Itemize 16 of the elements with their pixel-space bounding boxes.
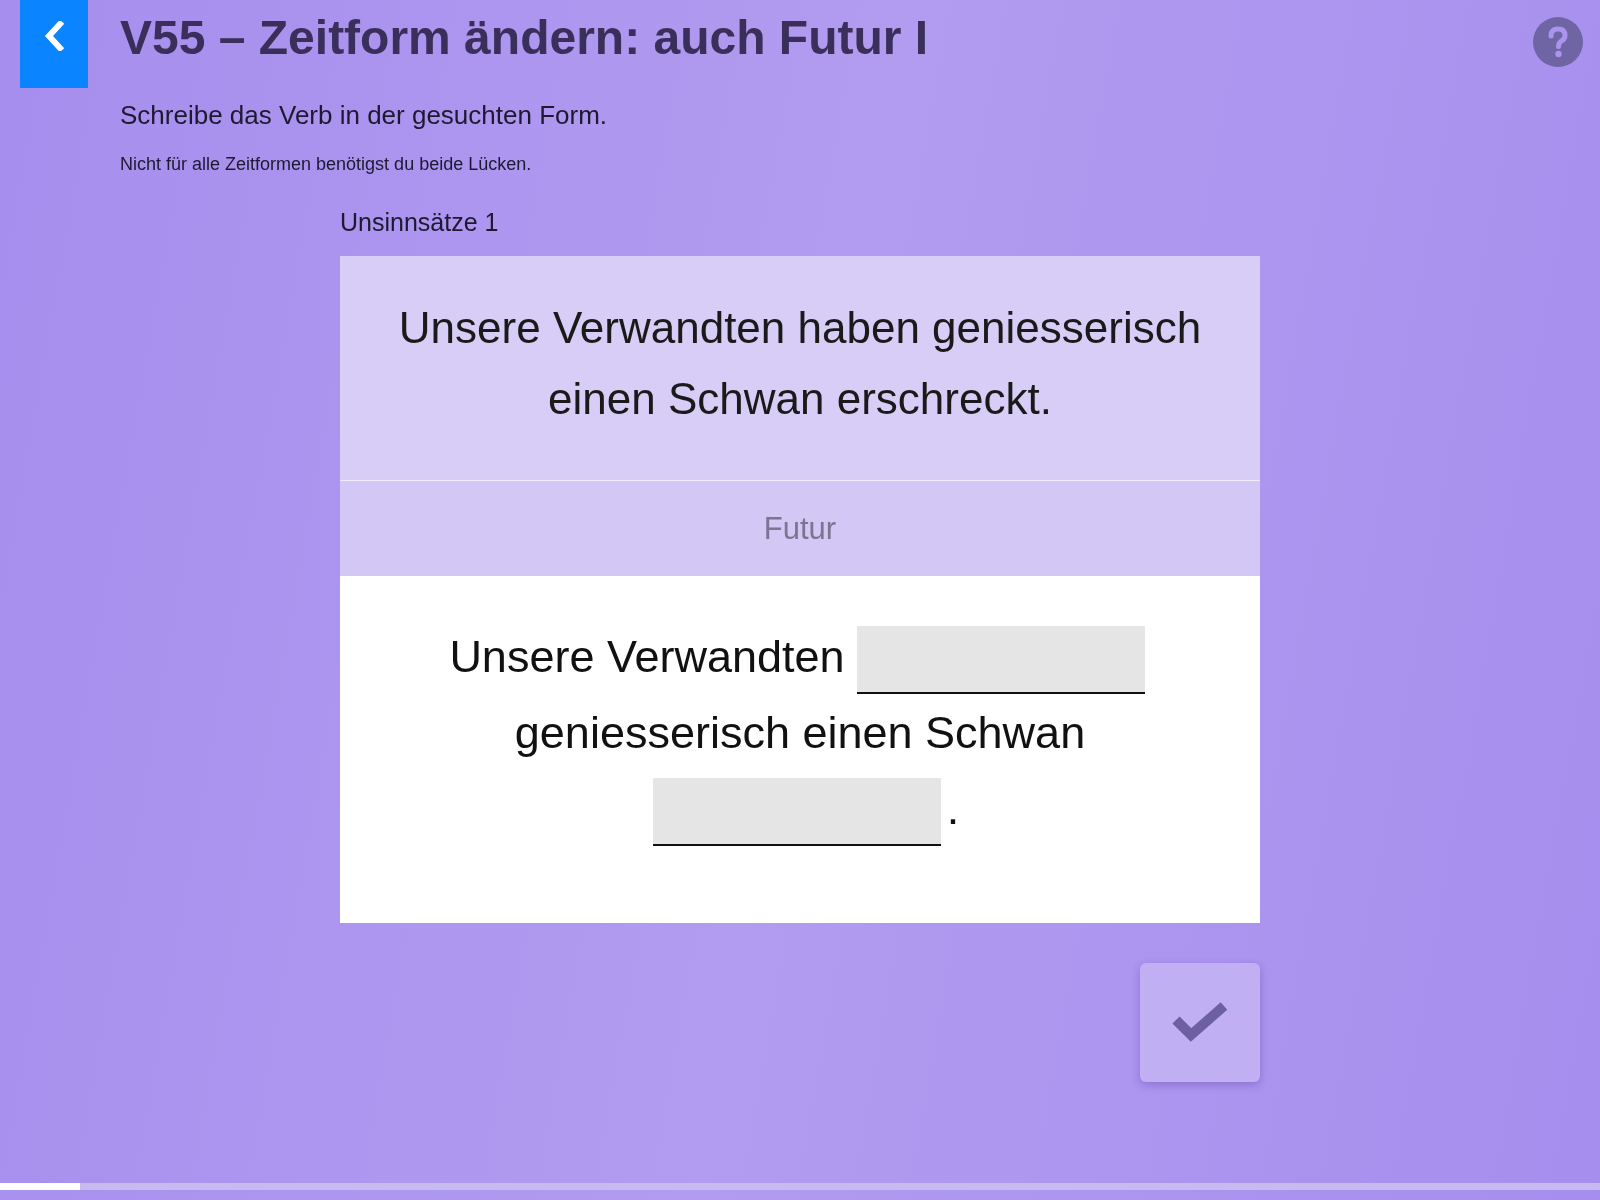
instruction-note: Nicht für alle Zeitformen benötigst du beide Lücken.	[120, 153, 533, 176]
back-icon	[44, 21, 64, 51]
prompt-sentence: Unsere Verwandten haben geniesserisch einen Schwan erschreckt.	[397, 302, 1203, 425]
exercise-label: Unsinnsätze 1	[340, 207, 499, 238]
check-icon	[1172, 1001, 1228, 1044]
page-title: V55 – Zeitform ändern: auch Futur I	[120, 10, 930, 66]
sentence-text: Unsere Verwandten	[449, 631, 845, 682]
answer-box[interactable]	[856, 625, 1145, 694]
sentence-text: geniesserisch einen Schwan	[514, 707, 1086, 758]
answer-box[interactable]	[652, 777, 941, 846]
sentence-text: .	[946, 783, 960, 834]
instruction-text: Schreibe das Verb in der gesuchten Form.	[120, 99, 609, 132]
check-button[interactable]	[1140, 963, 1260, 1082]
help-icon[interactable]	[1533, 17, 1583, 67]
back-button[interactable]	[20, 0, 88, 88]
tense-label: Futur	[763, 510, 837, 547]
